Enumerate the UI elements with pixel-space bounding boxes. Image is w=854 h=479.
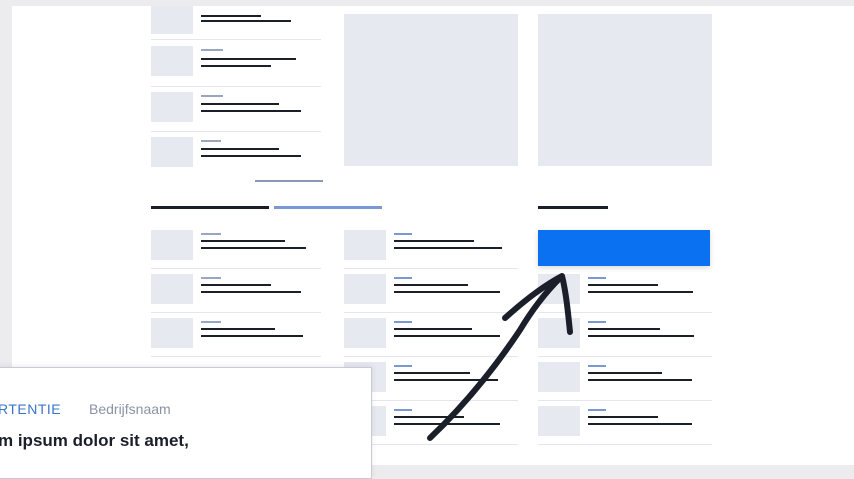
curved-arrow-icon <box>427 273 573 441</box>
